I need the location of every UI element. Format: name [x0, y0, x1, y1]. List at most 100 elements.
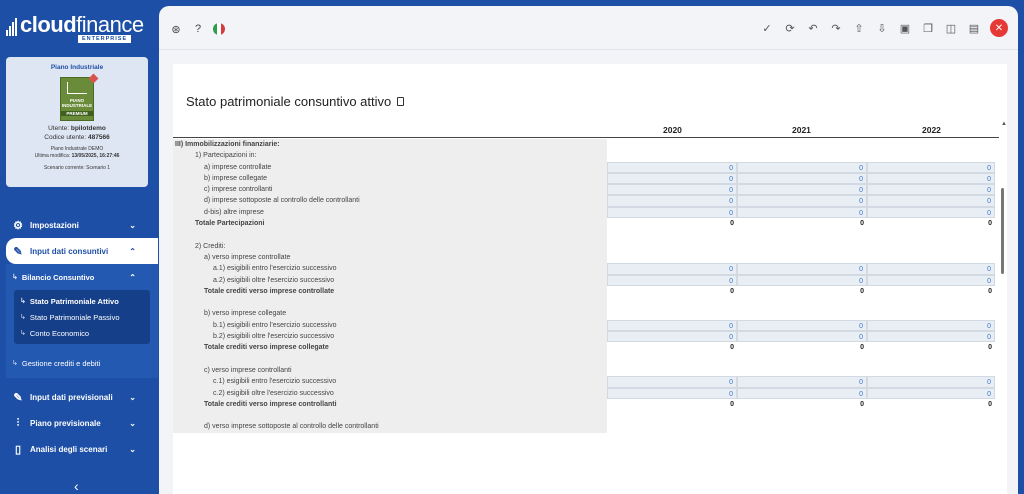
sidebar-item-bilancio-consuntivo[interactable]: ↳ Bilancio Consuntivo ⌃: [6, 264, 158, 290]
chevron-down-icon: ⌄: [129, 220, 136, 230]
value-input[interactable]: 0: [737, 195, 867, 207]
table-row: b.2) esigibili oltre l'esercizio success…: [173, 331, 999, 343]
sub-arrow-icon: ↳: [12, 274, 18, 281]
value-input[interactable]: 0: [867, 263, 995, 275]
sidebar-item-input-consuntivi[interactable]: ✎ Input dati consuntivi ⌃: [6, 238, 158, 264]
close-button[interactable]: ✕: [990, 19, 1008, 37]
sidebar-item-conto-economico[interactable]: ↳ Conto Economico: [14, 325, 150, 341]
value-input[interactable]: 0: [867, 206, 995, 219]
user-line: Utente: bpilotdemo: [48, 125, 106, 132]
row-label: d-bis) altre imprese: [204, 208, 264, 216]
refresh-icon[interactable]: ⟳: [783, 21, 797, 35]
sidebar-item-impostazioni[interactable]: ⚙ Impostazioni ⌄: [6, 212, 158, 238]
row-label-cell: b.1) esigibili entro l'esercizio success…: [173, 319, 607, 332]
value-input[interactable]: 0: [607, 161, 737, 173]
value-input[interactable]: 0: [867, 161, 995, 173]
save-icon[interactable]: ▣: [898, 21, 912, 35]
value-input[interactable]: 0: [737, 274, 867, 286]
sidebar-item-input-previsionali[interactable]: ✎ Input dati previsionali ⌄: [6, 384, 158, 410]
value-input[interactable]: 0: [607, 206, 737, 219]
sidebar-item-gestione-crediti[interactable]: ↳ Gestione crediti e debiti: [6, 348, 158, 378]
value-input[interactable]: 0: [737, 184, 867, 196]
chevron-up-icon: ⌃: [129, 246, 136, 256]
total-value: 0: [988, 344, 992, 352]
row-label: 1) Partecipazioni in:: [195, 152, 257, 160]
value-input[interactable]: 0: [737, 172, 867, 185]
row-label-cell: d) verso imprese sottoposte al controllo…: [173, 421, 607, 433]
copy-icon[interactable]: ❐: [921, 21, 935, 35]
value-input[interactable]: 0: [867, 319, 995, 332]
table-row: d) verso imprese sottoposte al controllo…: [173, 421, 999, 433]
row-label: c.2) esigibili oltre l'esercizio success…: [213, 389, 334, 397]
chevron-up-icon: ⌃: [129, 272, 136, 282]
redo-icon[interactable]: ↷: [829, 21, 843, 35]
sidebar-item-analisi-scenari[interactable]: ▯ Analisi degli scenari ⌄: [6, 436, 158, 462]
table-spacer-row: [173, 353, 999, 365]
sidebar-item-sp-attivo[interactable]: ↳ Stato Patrimoniale Attivo: [14, 293, 150, 309]
check-icon[interactable]: ✓: [760, 21, 774, 35]
value-input[interactable]: 0: [867, 387, 995, 399]
value-input[interactable]: 0: [737, 376, 867, 388]
logo-enterprise: ENTERPRISE: [78, 35, 132, 43]
sidebar-nav: ⚙ Impostazioni ⌄ ✎ Input dati consuntivi…: [6, 212, 158, 462]
value-input[interactable]: 0: [607, 172, 737, 185]
value-input[interactable]: 0: [737, 263, 867, 275]
value-input[interactable]: 0: [867, 184, 995, 196]
chevron-down-icon: ⌄: [129, 392, 136, 402]
table-row: 2) Crediti:: [173, 240, 999, 252]
value-input[interactable]: 0: [607, 263, 737, 275]
value-input[interactable]: 0: [737, 331, 867, 343]
premium-badge-icon: PIANO INDUSTRIALE PREMIUM: [60, 73, 99, 121]
collapse-sidebar-icon[interactable]: ‹: [74, 478, 79, 494]
value-input[interactable]: 0: [737, 161, 867, 173]
logo-bars-icon: [6, 18, 17, 36]
total-value: 0: [730, 220, 734, 228]
value-input[interactable]: 0: [867, 195, 995, 207]
value-input[interactable]: 0: [607, 387, 737, 399]
row-label: a) imprese controllate: [204, 163, 272, 171]
total-value: 0: [988, 400, 992, 408]
row-label-cell: Totale crediti verso imprese collegate: [173, 342, 607, 354]
value-input[interactable]: 0: [867, 274, 995, 286]
italy-flag-icon[interactable]: [213, 23, 225, 35]
value-input[interactable]: 0: [607, 331, 737, 343]
support-icon[interactable]: ⊛: [169, 22, 183, 36]
value-input[interactable]: 0: [607, 184, 737, 196]
sidebar-item-sp-passivo[interactable]: ↳ Stato Patrimoniale Passivo: [14, 309, 150, 325]
download-icon[interactable]: ⇩: [875, 21, 889, 35]
scrollbar[interactable]: [1001, 188, 1004, 274]
value-input[interactable]: 0: [737, 206, 867, 219]
upload-icon[interactable]: ⇧: [852, 21, 866, 35]
undo-icon[interactable]: ↶: [806, 21, 820, 35]
layout-icon[interactable]: ▤: [967, 21, 981, 35]
row-label-cell: c.2) esigibili oltre l'esercizio success…: [173, 387, 607, 399]
sidebar-item-piano-previsionale[interactable]: ⫶ Piano previsionale ⌄: [6, 410, 158, 436]
scroll-up-icon[interactable]: ▲: [1001, 121, 1007, 127]
row-label: b) imprese collegate: [204, 174, 268, 182]
row-label-cell: [173, 297, 607, 309]
row-label-cell: a) verso imprese controllate: [173, 251, 607, 264]
split-view-icon[interactable]: ◫: [944, 21, 958, 35]
table-row: b.1) esigibili entro l'esercizio success…: [173, 319, 999, 332]
value-input[interactable]: 0: [867, 172, 995, 185]
value-input[interactable]: 0: [607, 376, 737, 388]
value-input[interactable]: 0: [867, 331, 995, 343]
value-input[interactable]: 0: [867, 376, 995, 388]
document-icon[interactable]: [397, 97, 405, 106]
help-icon[interactable]: ?: [191, 22, 205, 36]
submenu-consuntivi: ↳ Bilancio Consuntivo ⌃ ↳ Stato Patrimoni…: [6, 264, 158, 378]
app-logo[interactable]: cloudfinance: [6, 14, 144, 36]
value-input[interactable]: 0: [607, 274, 737, 286]
col-year: 2020: [663, 125, 682, 135]
value-input[interactable]: 0: [607, 319, 737, 332]
row-label-cell: Totale crediti verso imprese controllate: [173, 285, 607, 298]
value-input[interactable]: 0: [737, 319, 867, 332]
row-label-cell: b) imprese collegate: [173, 172, 607, 185]
row-label-cell: d) imprese sottoposte al controllo delle…: [173, 195, 607, 207]
table-row: III) Immobilizzazioni finanziarie:: [173, 139, 999, 151]
value-input[interactable]: 0: [607, 195, 737, 207]
toolbar: ⊛ ? ✓ ⟳ ↶ ↷ ⇧ ⇩ ▣ ❐ ◫ ▤ ✕: [159, 6, 1018, 50]
table-row: c) imprese controllanti 0 0 0: [173, 184, 999, 196]
table-row: a) verso imprese controllate: [173, 251, 999, 264]
value-input[interactable]: 0: [737, 387, 867, 399]
